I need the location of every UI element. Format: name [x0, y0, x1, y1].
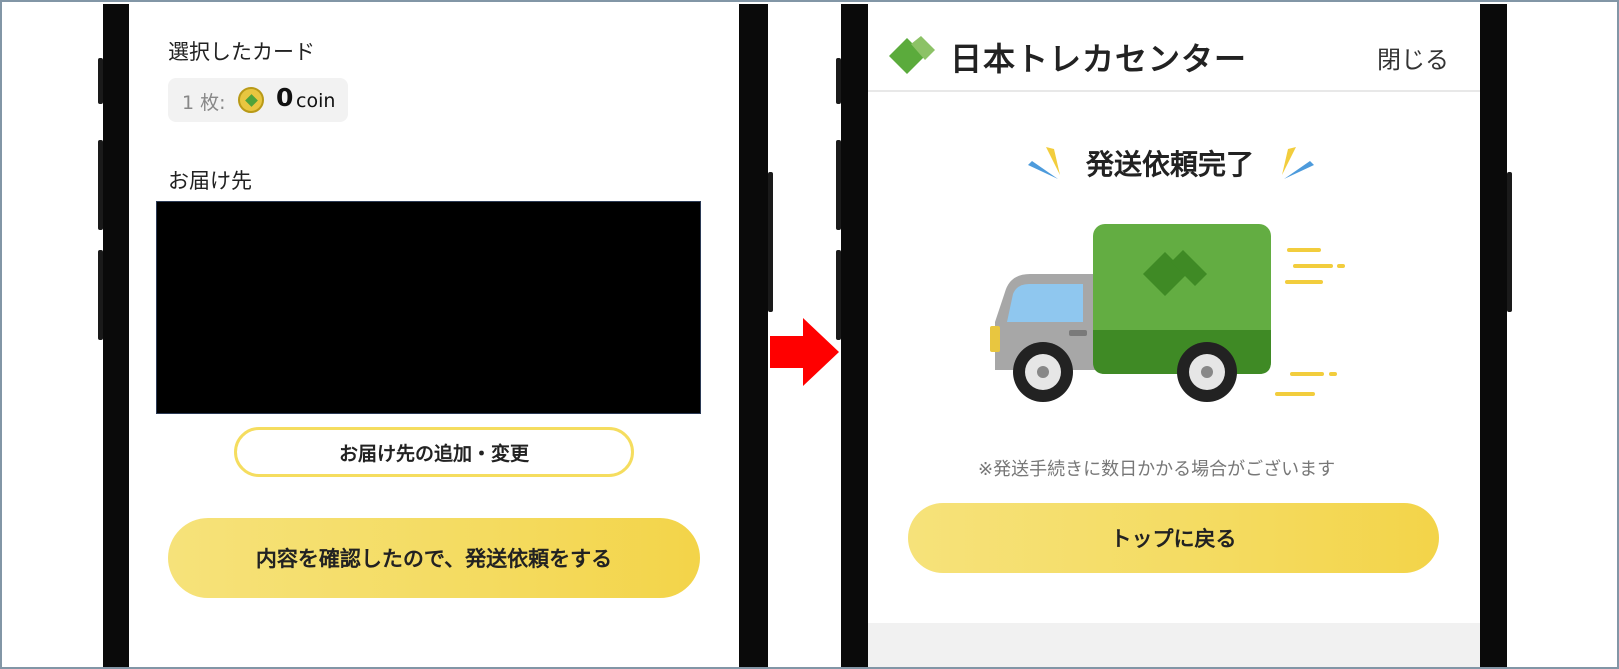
phone-side-button [98, 58, 103, 104]
redacted-address [156, 201, 701, 414]
close-button[interactable]: 閉じる [1377, 40, 1449, 75]
destination-label: お届け先 [168, 169, 252, 193]
celebration-left-icon [1028, 147, 1060, 179]
phone-side-button [836, 58, 841, 104]
phone-side-button [768, 172, 773, 312]
phone-side-button [98, 140, 103, 230]
coin-summary: 1 枚: 0 coin [168, 78, 348, 122]
change-address-button[interactable]: お届け先の追加・変更 [234, 427, 634, 477]
completion-title: 発送依頼完了 [1086, 148, 1255, 181]
right-arrow-head [803, 318, 839, 386]
phone-side-button [836, 140, 841, 230]
phone-side-button [98, 250, 103, 340]
confirm-shipping-button[interactable]: 内容を確認したので、発送依頼をする [168, 518, 700, 598]
phone-side-button [836, 250, 841, 340]
header-divider [868, 90, 1480, 92]
brand-logo-icon [889, 36, 935, 74]
card-count: 1 枚: [182, 92, 226, 114]
celebration-right-icon [1282, 147, 1314, 179]
back-to-top-button[interactable]: トップに戻る [908, 503, 1439, 573]
coin-unit: coin [296, 90, 336, 112]
bottom-area [868, 623, 1480, 667]
phone-side-button [1507, 172, 1512, 312]
coin-icon [238, 87, 264, 113]
shipping-note: ※発送手続きに数日かかる場合がございます [978, 459, 1336, 480]
coin-value: 0 [276, 83, 294, 112]
selected-cards-label: 選択したカード [168, 40, 315, 64]
delivery-truck-icon [990, 224, 1345, 402]
right-arrow-icon [770, 336, 804, 368]
brand-name: 日本トレカセンター [950, 40, 1248, 78]
